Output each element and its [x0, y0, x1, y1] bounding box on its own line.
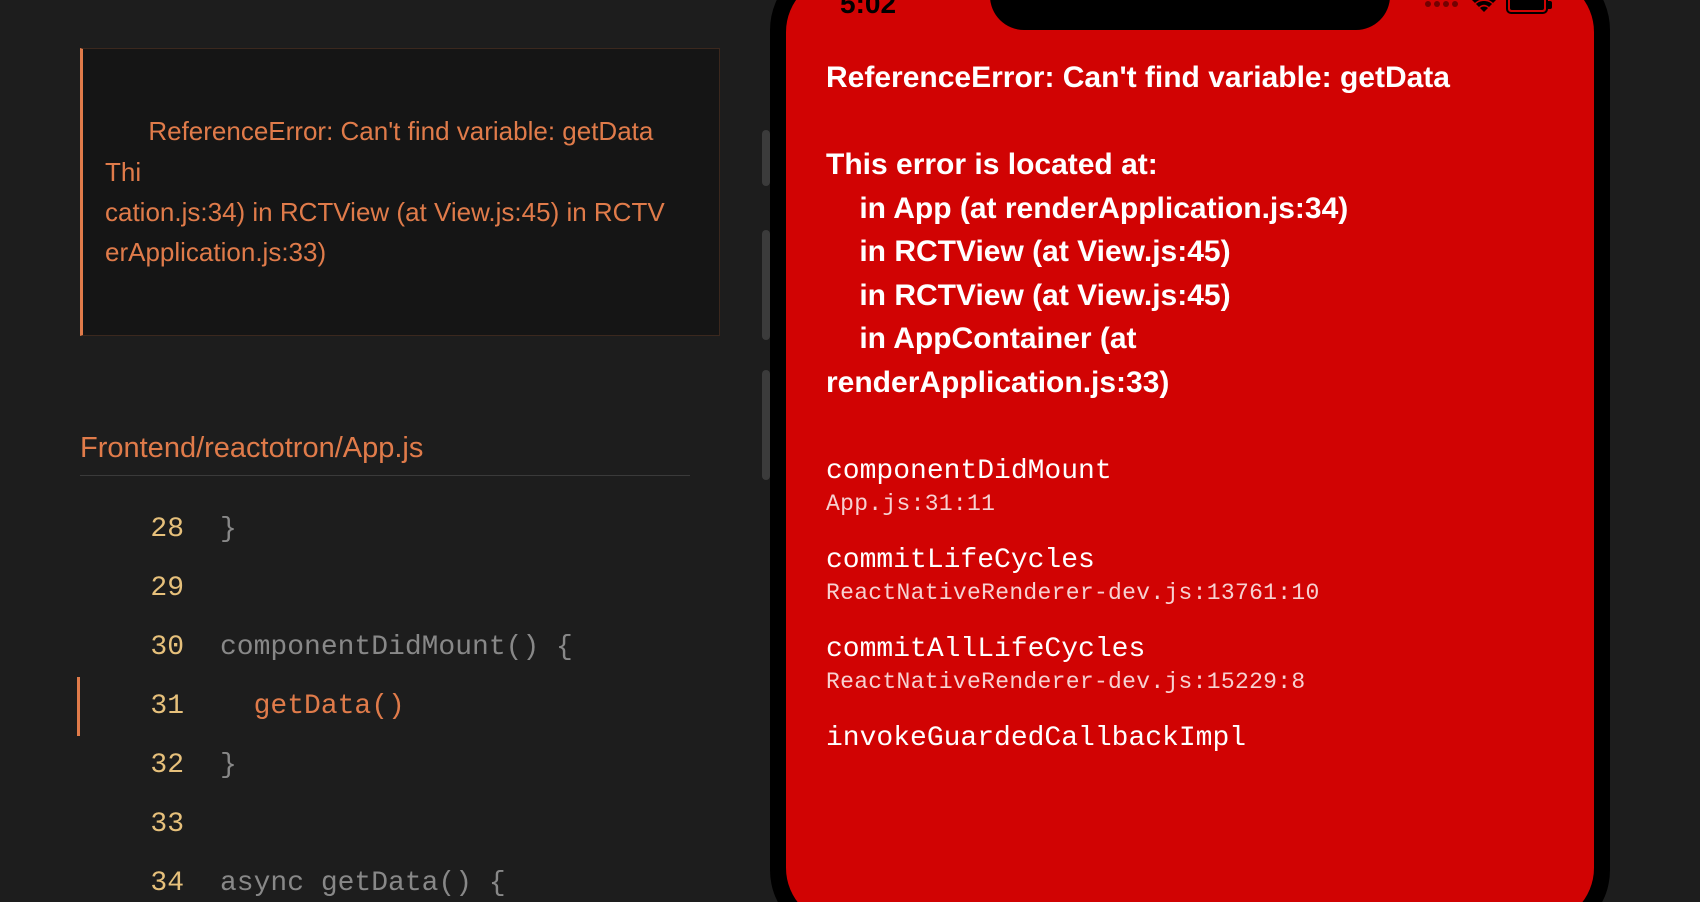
phone-frame: 5:02 ReferenceError: Can't find variable… — [770, 0, 1610, 902]
battery-icon — [1506, 0, 1548, 14]
debugger-panel: ReferenceError: Can't find variable: get… — [0, 0, 770, 902]
code-line[interactable]: 32} — [80, 736, 770, 795]
cellular-dots-icon — [1425, 1, 1458, 7]
wifi-icon — [1470, 0, 1498, 14]
stack-trace: componentDidMount App.js:31:11 commitLifeC… — [826, 456, 1554, 754]
source-code: 28}2930componentDidMount() {31 getData()… — [80, 500, 770, 902]
code-text: } — [220, 750, 237, 781]
stack-frame-function: invokeGuardedCallbackImpl — [826, 723, 1554, 754]
stack-frame[interactable]: invokeGuardedCallbackImpl — [826, 723, 1554, 754]
error-summary-box[interactable]: ReferenceError: Can't find variable: get… — [80, 48, 720, 336]
stack-frame-function: commitAllLifeCycles — [826, 634, 1554, 665]
phone-volume-up — [762, 230, 770, 340]
phone-volume-down — [762, 370, 770, 480]
code-line[interactable]: 28} — [80, 500, 770, 559]
redbox[interactable]: ReferenceError: Can't find variable: get… — [826, 56, 1554, 782]
stack-frame-location: ReactNativeRenderer-dev.js:13761:10 — [826, 580, 1554, 606]
status-right — [1425, 0, 1548, 20]
error-summary-text: ReferenceError: Can't find variable: get… — [105, 116, 665, 267]
stack-frame[interactable]: commitLifeCycles ReactNativeRenderer-dev.… — [826, 545, 1554, 606]
code-text: getData() — [220, 691, 405, 722]
phone-silent-switch — [762, 130, 770, 186]
code-line[interactable]: 31 getData() — [77, 677, 770, 736]
phone-mock: 5:02 ReferenceError: Can't find variable… — [770, 0, 1700, 902]
stack-frame-function: componentDidMount — [826, 456, 1554, 487]
stack-frame-location: ReactNativeRenderer-dev.js:15229:8 — [826, 669, 1554, 695]
phone-screen[interactable]: 5:02 ReferenceError: Can't find variable… — [786, 0, 1594, 902]
code-text: componentDidMount() { — [220, 632, 573, 663]
stack-frame[interactable]: commitAllLifeCycles ReactNativeRenderer-d… — [826, 634, 1554, 695]
stack-frame[interactable]: componentDidMount App.js:31:11 — [826, 456, 1554, 517]
line-number: 34 — [80, 868, 220, 899]
code-text: } — [220, 514, 237, 545]
redbox-message: ReferenceError: Can't find variable: get… — [826, 56, 1554, 404]
code-line[interactable]: 30componentDidMount() { — [80, 618, 770, 677]
stack-frame-location: App.js:31:11 — [826, 491, 1554, 517]
code-line[interactable]: 34async getData() { — [80, 854, 770, 902]
line-number: 28 — [80, 514, 220, 545]
code-text: async getData() { — [220, 868, 506, 899]
line-number: 31 — [80, 691, 220, 722]
stack-frame-function: commitLifeCycles — [826, 545, 1554, 576]
file-path-text: Frontend/reactotron/App.js — [80, 432, 423, 464]
phone-notch — [990, 0, 1390, 30]
code-line[interactable]: 29 — [80, 559, 770, 618]
line-number: 33 — [80, 809, 220, 840]
file-path[interactable]: Frontend/reactotron/App.js — [80, 432, 690, 476]
code-line[interactable]: 33 — [80, 795, 770, 854]
status-time: 5:02 — [840, 0, 896, 20]
line-number: 29 — [80, 573, 220, 604]
line-number: 32 — [80, 750, 220, 781]
line-number: 30 — [80, 632, 220, 663]
